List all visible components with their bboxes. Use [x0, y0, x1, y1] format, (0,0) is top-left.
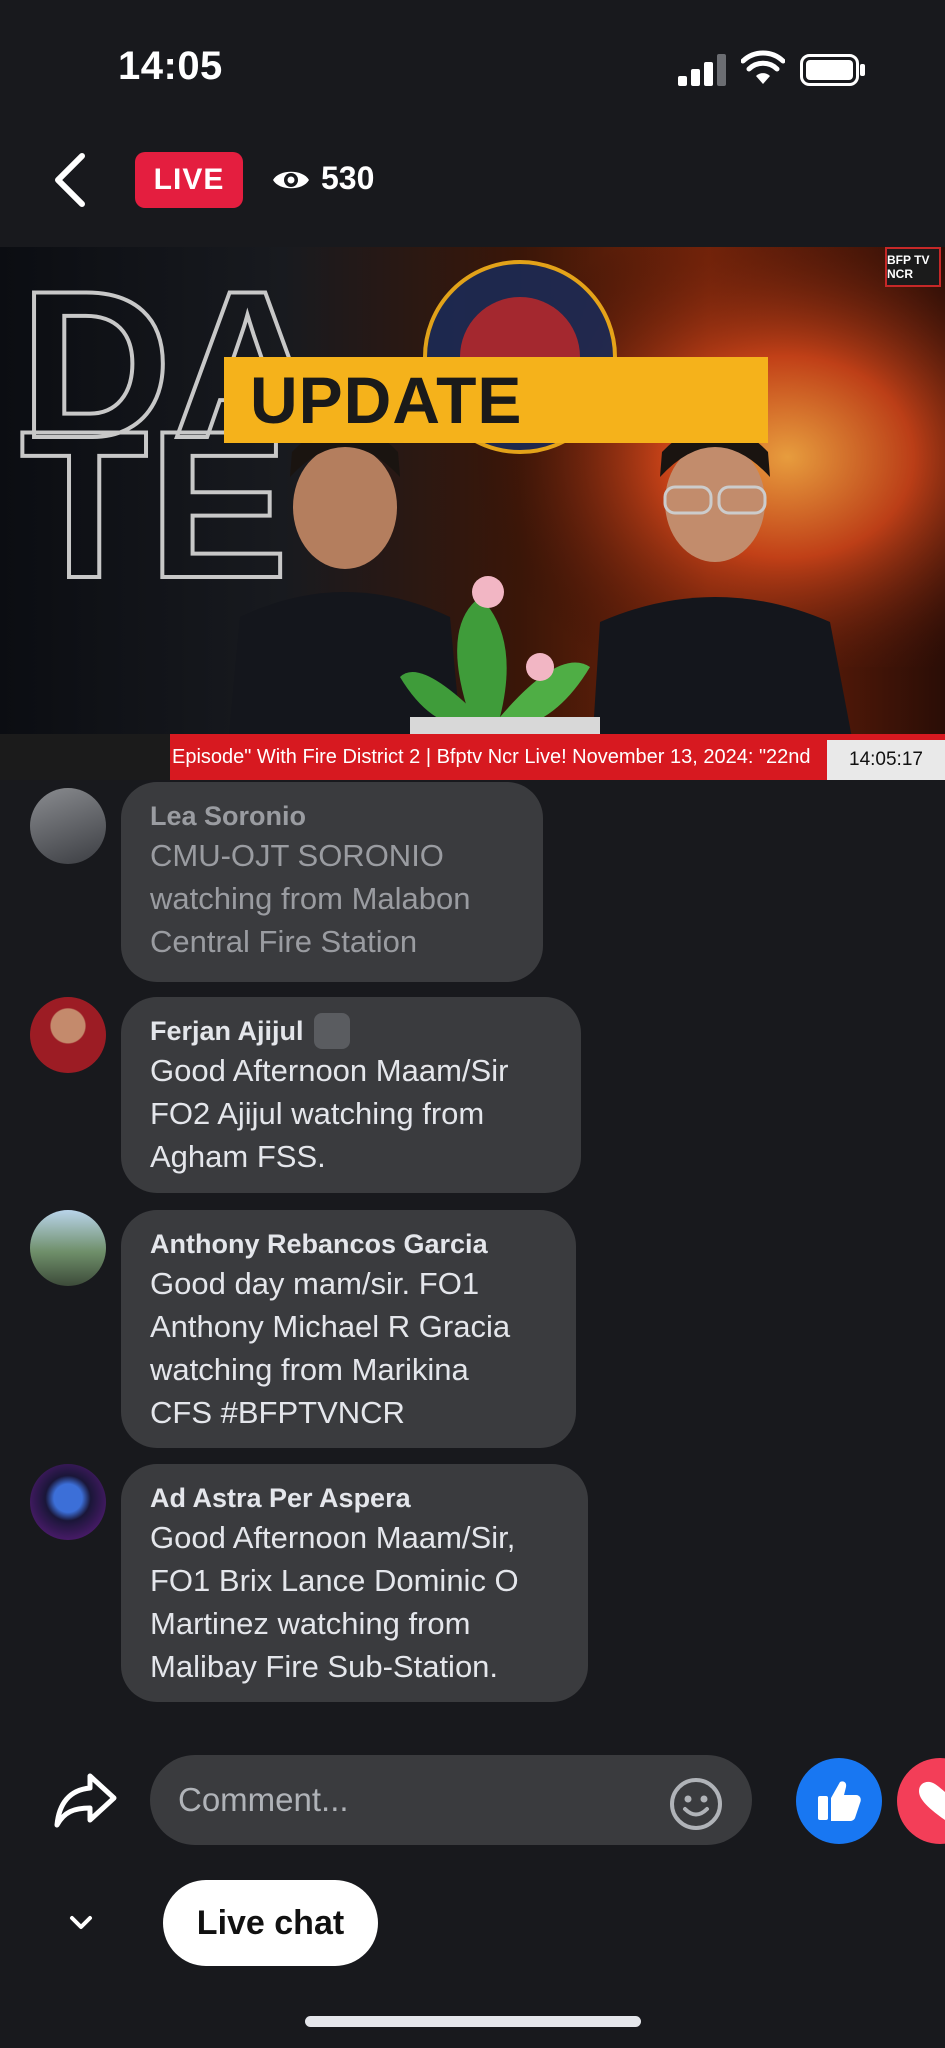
love-reaction-button[interactable]	[897, 1758, 945, 1844]
avatar[interactable]	[30, 1210, 106, 1286]
update-banner: UPDATE	[224, 357, 768, 443]
comment-text: CMU-OJT SORONIO watching from Malabon Ce…	[150, 838, 471, 959]
emoji-icon[interactable]	[668, 1776, 724, 1832]
status-time: 14:05	[118, 44, 223, 88]
video-frame-graphic: DA TE	[18, 247, 945, 780]
ticker-clock: 14:05:17	[827, 740, 945, 780]
heart-icon	[919, 1781, 945, 1820]
thumbs-up-icon	[818, 1781, 861, 1821]
home-indicator[interactable]	[305, 2016, 641, 2027]
comment-author[interactable]: Lea Soronio	[150, 798, 515, 834]
back-arrow-icon[interactable]	[48, 150, 94, 210]
comment-bubble[interactable]: Ferjan Ajijul Good Afternoon Maam/Sir FO…	[121, 997, 581, 1193]
live-video-player[interactable]: DA TE UPDATE BFP TV NCR Episode" With Fi…	[0, 247, 945, 780]
comment-author[interactable]: Ferjan Ajijul	[150, 1013, 553, 1049]
news-ticker: Episode" With Fire District 2 | Bfptv Nc…	[0, 734, 945, 780]
comment-author[interactable]: Anthony Rebancos Garcia	[150, 1226, 548, 1262]
chevron-down-icon[interactable]	[68, 1910, 94, 1936]
comment-bubble[interactable]: Anthony Rebancos Garcia Good day mam/sir…	[121, 1210, 576, 1448]
comment-placeholder[interactable]: Comment...	[178, 1781, 349, 1819]
viewer-count: 530	[321, 160, 375, 196]
battery-icon	[800, 54, 865, 86]
avatar[interactable]	[30, 1464, 106, 1540]
avatar[interactable]	[30, 788, 106, 864]
share-icon[interactable]	[52, 1770, 118, 1830]
ticker-logo	[0, 734, 170, 780]
bfp-tv-logo: BFP TV NCR	[885, 247, 941, 287]
live-badge: LIVE	[135, 152, 243, 208]
cellular-signal-icon	[678, 54, 726, 86]
comment-text: Good day mam/sir. FO1 Anthony Michael R …	[150, 1266, 511, 1430]
comment-author-name[interactable]: Ferjan Ajijul	[150, 1016, 304, 1047]
comment-bubble[interactable]: Ad Astra Per Aspera Good Afternoon Maam/…	[121, 1464, 588, 1702]
comment-bubble[interactable]: Lea Soronio CMU-OJT SORONIO watching fro…	[121, 782, 543, 982]
comment-author[interactable]: Ad Astra Per Aspera	[150, 1480, 560, 1516]
comment-text: Good Afternoon Maam/Sir FO2 Ajijul watch…	[150, 1053, 509, 1174]
live-chat-button[interactable]: Live chat	[163, 1880, 378, 1966]
comment-text: Good Afternoon Maam/Sir, FO1 Brix Lance …	[150, 1520, 519, 1684]
eye-icon	[273, 171, 309, 189]
ticker-text: Episode" With Fire District 2 | Bfptv Nc…	[172, 746, 811, 768]
avatar[interactable]	[30, 997, 106, 1073]
new-participant-badge-icon	[313, 1013, 350, 1049]
wifi-icon	[741, 50, 785, 84]
like-reaction-button[interactable]	[796, 1758, 882, 1844]
